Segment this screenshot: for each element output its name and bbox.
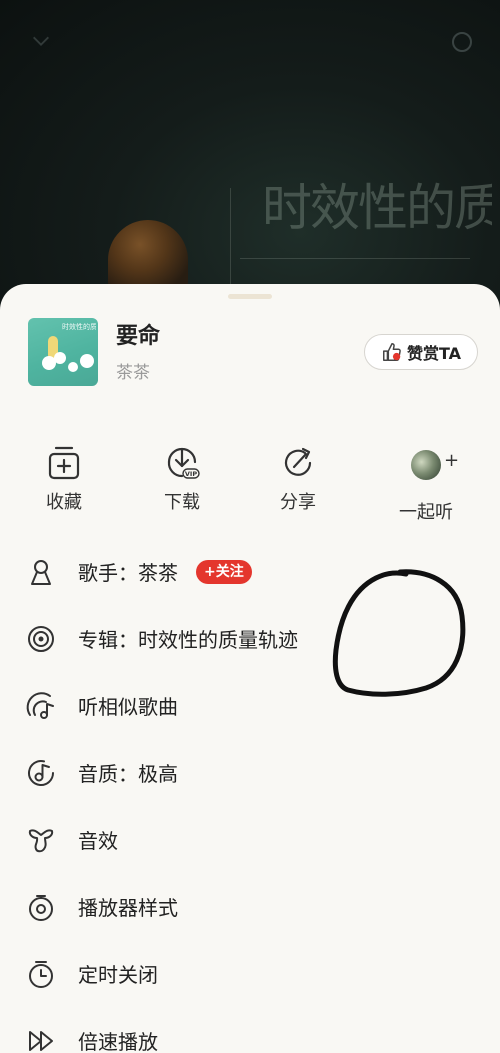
share-icon: [284, 447, 312, 476]
menu-item-label: 定时关闭: [78, 963, 158, 987]
menu-item-similar-songs[interactable]: 听相似歌曲: [0, 672, 500, 739]
sound-effect-icon: [28, 828, 54, 852]
download-button[interactable]: VIP 下载: [142, 444, 222, 524]
cover-flower: [80, 354, 94, 368]
plus-icon: +: [444, 450, 460, 471]
menu-item-label: 音质：极高: [78, 762, 178, 786]
menu-item-label: 专辑：时效性的质量轨迹: [78, 628, 298, 652]
menu-item-label: 播放器样式: [78, 896, 178, 920]
svg-text:VIP: VIP: [185, 470, 197, 478]
sheet-drag-handle[interactable]: [228, 294, 272, 299]
album-disc-icon: [28, 625, 54, 652]
download-vip-icon: VIP: [167, 447, 200, 479]
now-playing-background: 时效性的质量轨迹: [0, 0, 500, 310]
share-button[interactable]: 分享: [258, 444, 338, 524]
menu-item-singer[interactable]: 歌手：茶茶 +关注: [0, 538, 500, 605]
cover-title-text: 时效性的质量轨迹: [62, 323, 96, 331]
listen-together-label: 一起听: [399, 502, 453, 523]
listen-together-button[interactable]: + 一起听: [386, 444, 466, 524]
download-label: 下载: [164, 492, 200, 513]
player-style-icon: [29, 894, 53, 921]
background-figure: [108, 220, 188, 290]
song-artist[interactable]: 茶茶: [116, 358, 150, 383]
menu-item-label: 音效: [78, 829, 118, 853]
cover-flower: [68, 362, 78, 372]
follow-button[interactable]: +关注: [196, 559, 252, 584]
playback-speed-icon: [29, 1030, 53, 1051]
song-title: 要命: [116, 324, 161, 349]
sound-quality-icon: [28, 759, 54, 786]
share-label: 分享: [280, 492, 316, 513]
favorite-button[interactable]: 收藏: [24, 444, 104, 524]
menu-item-sound-quality[interactable]: 音质：极高: [0, 739, 500, 806]
menu-item-playback-speed[interactable]: 倍速播放: [0, 1007, 500, 1053]
add-to-favorites-icon: [48, 446, 80, 480]
more-icon[interactable]: [450, 30, 474, 54]
menu-item-sound-effect[interactable]: 音效: [0, 806, 500, 873]
favorite-label: 收藏: [46, 492, 82, 513]
menu-item-label: 听相似歌曲: [78, 695, 178, 719]
singer-icon: [31, 559, 51, 585]
collapse-chevron-icon[interactable]: [30, 30, 52, 52]
menu-item-label: 倍速播放: [78, 1030, 158, 1053]
song-cover-image: 时效性的质量轨迹: [28, 318, 98, 386]
song-options-menu: 歌手：茶茶 +关注 专辑：时效性的质量轨迹 听相似歌曲 音质：极高 音效 播放器…: [0, 538, 500, 1053]
tip-button-label: 赞赏TA: [406, 344, 462, 363]
similar-songs-icon: [26, 691, 54, 719]
avatar: [411, 450, 441, 480]
menu-item-album[interactable]: 专辑：时效性的质量轨迹: [0, 605, 500, 672]
background-decor-line: [230, 188, 231, 298]
album-art-title: 时效性的质量轨迹: [262, 179, 492, 237]
action-row: 收藏 VIP 下载 分享 + 一起听: [0, 444, 500, 697]
thumbs-up-coin-icon: [382, 343, 401, 361]
cover-flower: [54, 352, 66, 364]
timer-icon: [29, 960, 53, 988]
menu-item-label: 歌手：茶茶: [78, 561, 178, 585]
song-options-sheet: 时效性的质量轨迹 要命 茶茶 赞赏TA 收藏: [0, 284, 500, 1053]
menu-item-player-style[interactable]: 播放器样式: [0, 873, 500, 940]
tip-artist-button[interactable]: 赞赏TA: [364, 334, 478, 370]
menu-item-timer[interactable]: 定时关闭: [0, 940, 500, 1007]
